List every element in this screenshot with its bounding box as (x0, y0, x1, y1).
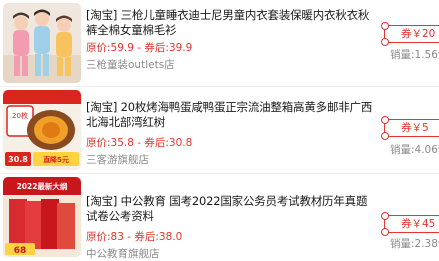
badge-discount: 直降5元 (43, 155, 69, 164)
badge-price: 30.8 (8, 155, 28, 164)
product-price: 原价:35.8 - 券后:30.8 (86, 137, 193, 149)
sales-count: 销量:2.38w (390, 238, 439, 250)
badge-headline: 2022最新大纲 (17, 181, 68, 191)
product-card[interactable]: 2022最新大纲 68 [淘宝] 中公教育 国考2022国家公务员考试教材历年真… (0, 174, 439, 261)
product-image: 20枚 30.8 直降5元 (3, 90, 81, 170)
product-list: [淘宝] 三枪儿童睡衣迪士尼男童内衣套装保暖内衣秋衣秋裤全棉女童棉毛衫 原价:5… (0, 0, 439, 261)
coupon-badge[interactable]: 券￥45 (381, 212, 439, 236)
product-image: 2022最新大纲 68 (3, 177, 81, 257)
badge-price: 68 (14, 246, 27, 256)
coupon-badge[interactable]: 券￥20 (381, 22, 439, 46)
product-price: 原价:59.9 - 券后:39.9 (86, 42, 193, 54)
sales-count: 销量:1.56w (390, 49, 439, 61)
shop-name[interactable]: 三枪童装outlets店 (86, 57, 175, 72)
product-title[interactable]: [淘宝] 20枚烤海鸭蛋咸鸭蛋正宗流油整箱高黄多邮非广西北海北部湾红树 (86, 100, 378, 130)
product-thumbnail[interactable]: 2022最新大纲 68 (3, 177, 81, 257)
product-thumbnail[interactable] (3, 3, 81, 83)
product-thumbnail[interactable]: 20枚 30.8 直降5元 (3, 90, 81, 170)
product-image (3, 3, 81, 83)
sales-count: 销量:4.06w (390, 144, 439, 156)
badge-count: 20枚 (12, 111, 28, 120)
coupon-badge[interactable]: 券￥5 (381, 116, 439, 140)
shop-name[interactable]: 三客游旗舰店 (86, 152, 149, 167)
product-card[interactable]: 20枚 30.8 直降5元 [淘宝] 20枚烤海鸭蛋咸鸭蛋正宗流油整箱高黄多邮非… (0, 87, 439, 174)
product-price: 原价:83 - 券后:38.0 (86, 231, 183, 243)
product-title[interactable]: [淘宝] 中公教育 国考2022国家公务员考试教材历年真题试卷公考资料 (86, 194, 378, 224)
product-card[interactable]: [淘宝] 三枪儿童睡衣迪士尼男童内衣套装保暖内衣秋衣秋裤全棉女童棉毛衫 原价:5… (0, 0, 439, 87)
product-title[interactable]: [淘宝] 三枪儿童睡衣迪士尼男童内衣套装保暖内衣秋衣秋裤全棉女童棉毛衫 (86, 8, 378, 38)
shop-name[interactable]: 中公教育旗舰店 (86, 246, 160, 261)
